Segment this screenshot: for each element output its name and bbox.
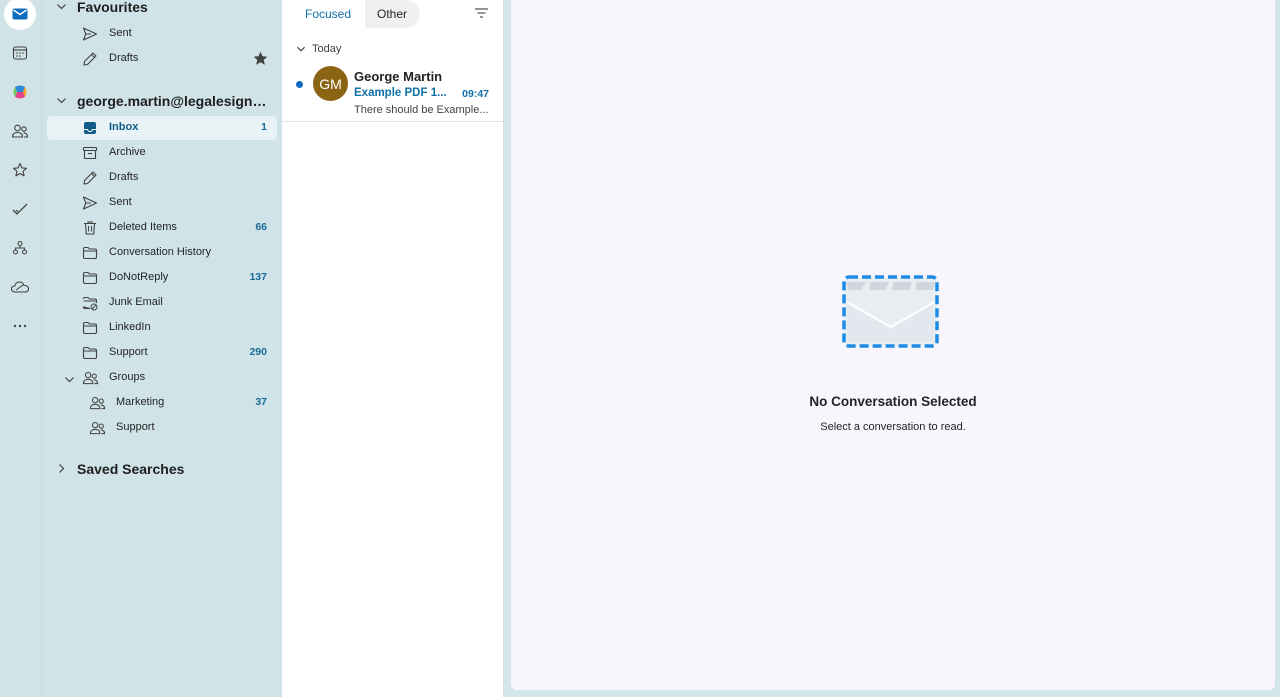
empty-envelope-icon	[841, 274, 941, 350]
unread-indicator	[296, 81, 303, 88]
folder-groups[interactable]: Groups	[47, 366, 277, 390]
folder-label: Junk Email	[109, 296, 163, 308]
people-group-icon	[89, 395, 106, 411]
folder-sent[interactable]: Sent	[47, 191, 277, 215]
message-subject: Example PDF 1...	[354, 87, 447, 99]
folder-label: Support	[109, 346, 148, 358]
onedrive-cloud-icon[interactable]	[4, 271, 36, 303]
folder-label: Groups	[109, 371, 146, 383]
people-group-icon	[82, 370, 99, 386]
people-icon[interactable]	[4, 115, 36, 147]
group-support[interactable]: Support	[47, 416, 277, 440]
pencil-icon	[82, 51, 98, 67]
folder-label: Drafts	[109, 171, 139, 183]
send-icon	[82, 195, 98, 211]
folder-icon	[82, 245, 98, 261]
reading-pane: No Conversation Selected Select a conver…	[511, 0, 1275, 690]
message-list-pane: Other Focused Today GM George Martin Exa…	[282, 0, 504, 697]
section-label-text: Today	[312, 43, 342, 55]
calendar-icon[interactable]	[4, 37, 36, 69]
avatar: GM	[313, 66, 348, 101]
folder-label: Conversation History	[109, 246, 212, 258]
folder-label: Archive	[109, 146, 146, 158]
filter-icon[interactable]	[474, 6, 489, 20]
folder-label: Sent	[109, 196, 132, 208]
folder-label: Support	[116, 421, 155, 433]
trash-icon	[82, 220, 98, 236]
folder-label: Drafts	[109, 52, 139, 64]
saved-searches-title: Saved Searches	[77, 461, 185, 477]
folder-label: Deleted Items	[109, 221, 177, 233]
folder-label: Marketing	[116, 396, 165, 408]
folder-conversation-history[interactable]: Conversation History	[47, 241, 277, 265]
pane-divider[interactable]	[504, 0, 511, 697]
empty-state-title: No Conversation Selected	[809, 394, 977, 409]
folder-icon	[82, 320, 98, 336]
message-sender: George Martin	[354, 69, 443, 84]
folder-junk-email[interactable]: Junk Email	[47, 291, 277, 315]
chevron-right-icon	[56, 463, 67, 474]
unread-count: 1	[261, 121, 267, 133]
people-group-icon	[89, 420, 106, 436]
folder-icon	[82, 270, 98, 286]
more-apps-icon[interactable]	[4, 310, 36, 342]
folder-archive[interactable]: Archive	[47, 141, 277, 165]
folder-icon	[82, 345, 98, 361]
account-header[interactable]: george.martin@legalesign....	[42, 88, 282, 114]
unread-count: 290	[249, 346, 267, 358]
favourite-star-icon[interactable]	[252, 50, 269, 67]
folder-label: Sent	[109, 27, 132, 39]
favourite-item-drafts[interactable]: Drafts	[47, 47, 277, 71]
account-title: george.martin@legalesign....	[77, 93, 267, 109]
app-rail	[0, 0, 42, 697]
favorites-star-icon[interactable]	[4, 154, 36, 186]
folder-support[interactable]: Support 290	[47, 341, 277, 365]
empty-state-subtitle: Select a conversation to read.	[820, 421, 966, 433]
message-time: 09:47	[462, 88, 489, 100]
message-item[interactable]: GM George Martin Example PDF 1... 09:47 …	[282, 62, 503, 122]
chevron-down-icon	[296, 44, 306, 54]
message-preview: There should be Example...	[354, 104, 489, 116]
inbox-tabs: Other Focused	[292, 0, 422, 28]
tab-other[interactable]: Other	[365, 0, 421, 28]
folder-linkedin[interactable]: LinkedIn	[47, 316, 277, 340]
copilot-icon[interactable]	[4, 76, 36, 108]
folder-pane: Favourites Sent Drafts george.martin@leg…	[42, 0, 282, 697]
folder-drafts[interactable]: Drafts	[47, 166, 277, 190]
favourites-header[interactable]: Favourites	[42, 0, 282, 20]
tab-focused[interactable]: Focused	[292, 0, 365, 28]
chevron-down-icon	[56, 1, 67, 12]
chevron-down-icon[interactable]	[64, 374, 75, 385]
folder-label: LinkedIn	[109, 321, 151, 333]
folder-label: DoNotReply	[109, 271, 169, 283]
org-chart-icon[interactable]	[4, 232, 36, 264]
junk-icon	[82, 295, 98, 311]
chevron-down-icon	[56, 95, 67, 106]
unread-count: 66	[255, 221, 267, 233]
folder-deleted-items[interactable]: Deleted Items 66	[47, 216, 277, 240]
saved-searches-header[interactable]: Saved Searches	[42, 456, 282, 482]
favourites-title: Favourites	[77, 0, 148, 15]
unread-count: 37	[255, 396, 267, 408]
todo-check-icon[interactable]	[4, 193, 36, 225]
pencil-icon	[82, 170, 98, 186]
folder-label: Inbox	[109, 121, 139, 133]
date-section-today[interactable]: Today	[296, 42, 341, 56]
mail-icon[interactable]	[4, 0, 36, 30]
group-marketing[interactable]: Marketing 37	[47, 391, 277, 415]
folder-inbox[interactable]: Inbox 1	[47, 116, 277, 140]
folder-donotreply[interactable]: DoNotReply 137	[47, 266, 277, 290]
unread-count: 137	[249, 271, 267, 283]
send-icon	[82, 26, 98, 42]
archive-icon	[82, 145, 98, 161]
favourite-item-sent[interactable]: Sent	[47, 22, 277, 46]
inbox-icon	[82, 120, 98, 136]
